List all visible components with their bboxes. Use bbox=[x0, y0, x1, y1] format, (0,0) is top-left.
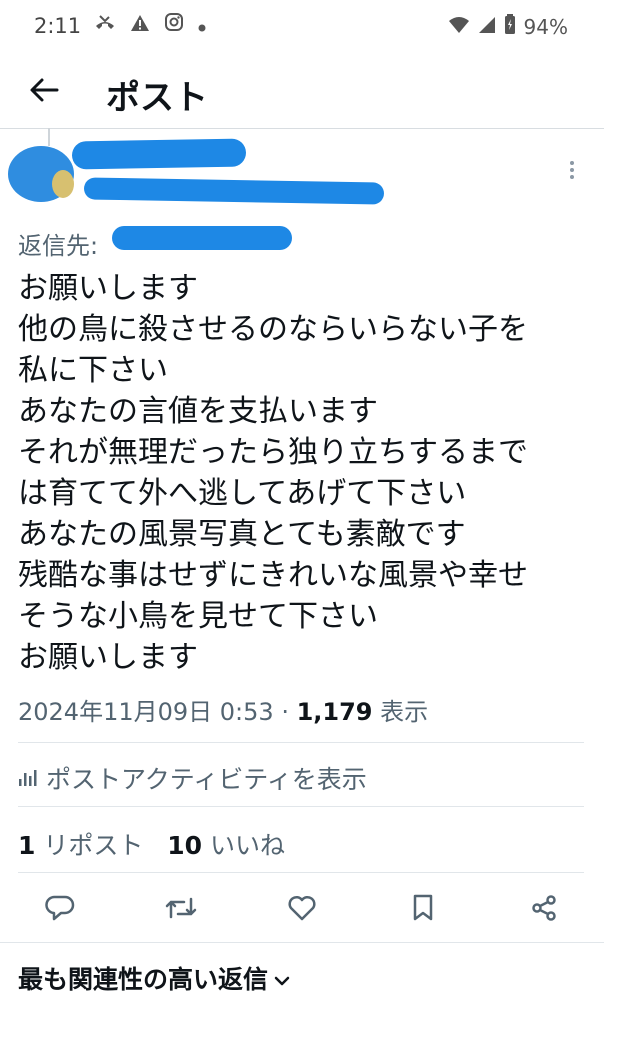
bookmark-icon bbox=[411, 894, 435, 926]
post-line: 残酷な事はせずにきれいな風景や幸せ bbox=[18, 558, 528, 593]
chevron-down-icon bbox=[274, 964, 290, 993]
post-line: お願いします bbox=[18, 271, 198, 306]
redacted-reply-handle[interactable] bbox=[112, 226, 292, 250]
post-line: 他の鳥に殺させるのならいらない子を bbox=[18, 312, 528, 347]
divider bbox=[18, 872, 584, 873]
post-line: あなたの風景写真とても素敵です bbox=[18, 517, 466, 552]
reply-icon bbox=[45, 894, 75, 926]
post-activity-label: ポストアクティビティを表示 bbox=[46, 765, 367, 794]
redacted-display-name[interactable] bbox=[71, 138, 247, 170]
reply-button[interactable] bbox=[30, 890, 90, 930]
repost-button[interactable] bbox=[151, 890, 211, 930]
battery-icon bbox=[504, 14, 516, 39]
bookmark-button[interactable] bbox=[393, 890, 453, 930]
divider bbox=[18, 806, 584, 807]
reposts-stat[interactable]: 1 リポスト bbox=[18, 831, 143, 860]
more-vertical-icon bbox=[569, 160, 575, 184]
likes-stat[interactable]: 10 いいね bbox=[167, 831, 285, 860]
post-line: そうな小鳥を見せて下さい bbox=[18, 599, 378, 634]
view-count-label: 表示 bbox=[372, 698, 429, 726]
missed-call-icon bbox=[94, 13, 116, 37]
warning-icon bbox=[130, 13, 150, 37]
reply-to-label: 返信先: bbox=[18, 232, 99, 260]
repost-label: リポスト bbox=[35, 831, 144, 860]
engagement-stats: 1 リポスト 10 いいね bbox=[18, 826, 285, 862]
view-count: 1,179 bbox=[296, 698, 373, 726]
repost-icon bbox=[164, 895, 198, 925]
share-icon bbox=[530, 894, 558, 926]
share-button[interactable] bbox=[514, 890, 574, 930]
divider bbox=[0, 942, 604, 943]
post-line: あなたの言値を支払います bbox=[18, 394, 378, 429]
redacted-username[interactable] bbox=[83, 177, 385, 205]
meta-separator: · bbox=[273, 698, 297, 726]
status-time: 2:11 bbox=[34, 14, 82, 38]
dot-icon bbox=[198, 13, 206, 37]
wifi-icon bbox=[448, 15, 470, 39]
arrow-left-icon bbox=[29, 77, 59, 107]
post-meta: 2024年11月09日 0:53 · 1,179 表示 bbox=[18, 692, 428, 727]
status-system-icons: 94% bbox=[448, 14, 568, 39]
post-line: は育てて外へ逃してあげて下さい bbox=[18, 476, 467, 511]
replies-sort-dropdown[interactable]: 最も関連性の高い返信 bbox=[18, 960, 290, 996]
heart-icon bbox=[287, 894, 317, 926]
avatar-edge bbox=[52, 170, 74, 198]
like-button[interactable] bbox=[272, 890, 332, 930]
analytics-icon bbox=[18, 764, 38, 793]
divider bbox=[18, 742, 584, 743]
back-button[interactable] bbox=[24, 72, 64, 112]
repost-count: 1 bbox=[18, 831, 36, 860]
instagram-icon bbox=[164, 12, 184, 37]
replies-sort-label: 最も関連性の高い返信 bbox=[18, 965, 269, 994]
post-line: 私に下さい bbox=[18, 353, 168, 388]
like-label: いいね bbox=[202, 831, 285, 860]
action-bar bbox=[30, 890, 574, 930]
post-text: お願いします 他の鳥に殺させるのならいらない子を 私に下さい あなたの言値を支払… bbox=[18, 268, 608, 678]
post-line: お願いします bbox=[18, 640, 198, 675]
thread-line bbox=[48, 128, 50, 146]
post-line: それが無理だったら独り立ちするまで bbox=[18, 435, 528, 470]
status-notification-icons bbox=[94, 12, 206, 37]
post-timestamp[interactable]: 2024年11月09日 0:53 bbox=[18, 698, 274, 726]
like-count: 10 bbox=[167, 831, 202, 860]
signal-icon bbox=[478, 15, 496, 39]
page-title: ポスト bbox=[106, 78, 208, 118]
battery-percentage: 94% bbox=[523, 14, 568, 39]
post-activity-link[interactable]: ポストアクティビティを表示 bbox=[18, 760, 367, 796]
header-divider bbox=[0, 128, 604, 129]
more-options-button[interactable] bbox=[560, 160, 584, 184]
